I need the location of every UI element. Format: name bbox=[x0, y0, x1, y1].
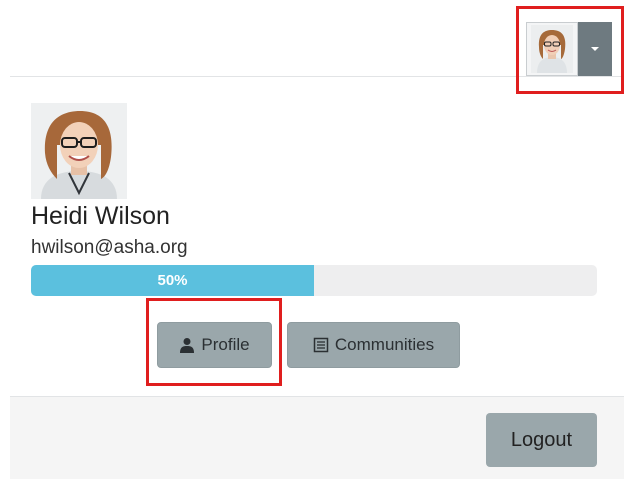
communities-button[interactable]: Communities bbox=[287, 322, 460, 368]
user-icon bbox=[179, 337, 195, 353]
profile-completion-label: 50% bbox=[157, 272, 188, 289]
profile-button-label: Profile bbox=[201, 335, 250, 354]
user-menu-toggle[interactable] bbox=[526, 22, 612, 78]
profile-avatar-icon bbox=[31, 103, 127, 199]
user-menu-panel: Heidi Wilson hwilson@asha.org 50% Profil… bbox=[0, 0, 624, 479]
list-icon bbox=[313, 337, 329, 353]
nav-avatar-icon bbox=[531, 25, 573, 73]
logout-button[interactable]: Logout bbox=[486, 413, 597, 467]
dropdown-caret-button[interactable] bbox=[578, 22, 612, 76]
nav-avatar[interactable] bbox=[526, 22, 578, 76]
profile-photo bbox=[31, 103, 127, 204]
user-email: hwilson@asha.org bbox=[31, 237, 188, 258]
caret-down-icon bbox=[591, 47, 599, 51]
user-name: Heidi Wilson bbox=[31, 202, 170, 230]
header-divider bbox=[10, 76, 624, 77]
communities-button-label: Communities bbox=[334, 335, 435, 354]
profile-completion-fill: 50% bbox=[31, 265, 314, 296]
profile-completion-bar: 50% bbox=[31, 265, 597, 296]
profile-button[interactable]: Profile bbox=[157, 322, 272, 368]
